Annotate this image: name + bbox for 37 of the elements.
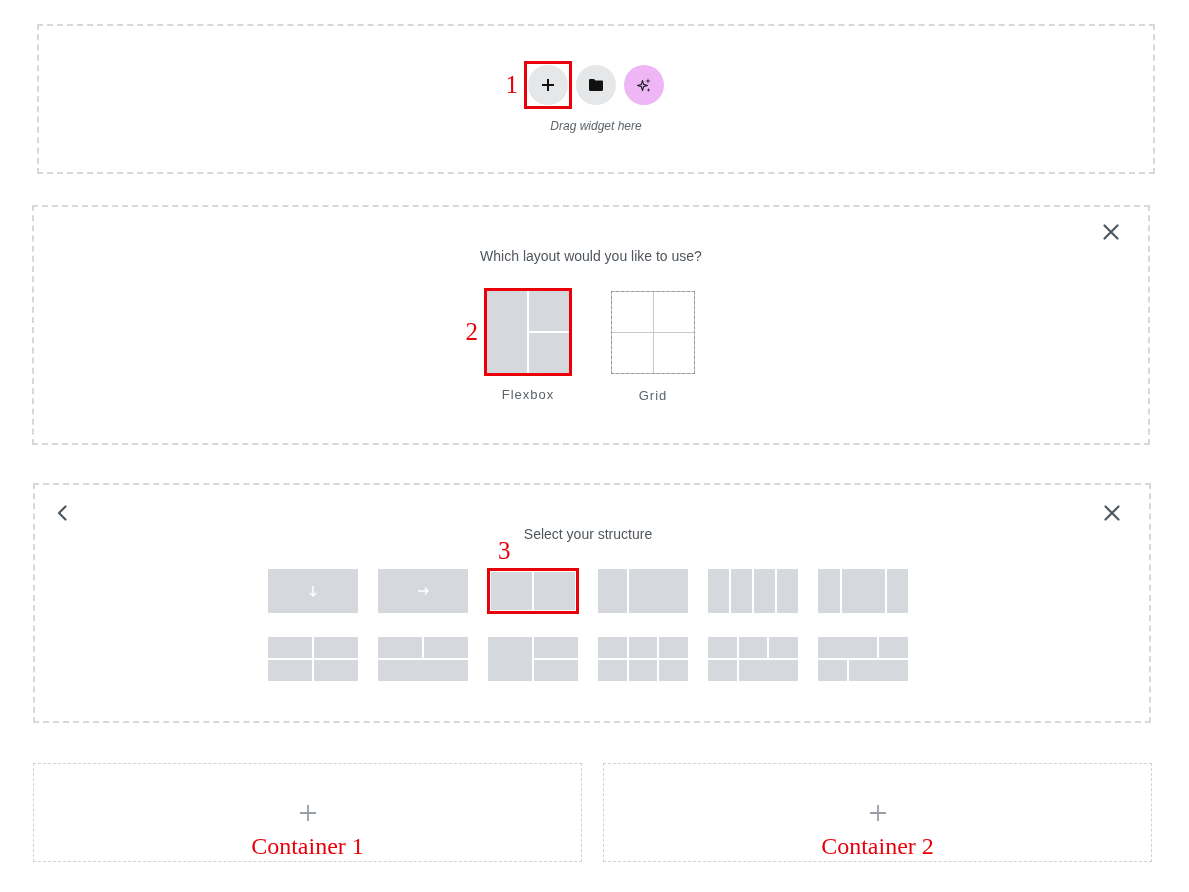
structure-preset[interactable] bbox=[488, 637, 578, 681]
grid-layout-tile[interactable] bbox=[611, 291, 695, 374]
plus-icon bbox=[298, 804, 317, 822]
layout-question: Which layout would you like to use? bbox=[479, 248, 703, 265]
container-label: Container 2 bbox=[821, 832, 934, 860]
folder-icon bbox=[589, 79, 603, 91]
close-icon bbox=[1103, 224, 1119, 240]
structure-preset[interactable] bbox=[268, 637, 358, 681]
drop-hint: Drag widget here bbox=[550, 119, 642, 133]
structure-preset[interactable] bbox=[818, 569, 908, 613]
close-icon bbox=[1104, 505, 1120, 521]
ai-button[interactable] bbox=[624, 65, 664, 105]
close-button[interactable] bbox=[1103, 224, 1119, 240]
layout-label: Flexbox bbox=[501, 387, 555, 403]
arrow-down-icon bbox=[309, 585, 317, 597]
structure-preset[interactable] bbox=[708, 637, 798, 681]
structure-preset[interactable] bbox=[378, 569, 468, 613]
sparkle-icon bbox=[637, 78, 651, 92]
layout-label: Grid bbox=[638, 388, 668, 404]
chevron-left-icon bbox=[56, 505, 68, 521]
plus-icon bbox=[868, 804, 887, 822]
structure-preset[interactable] bbox=[598, 637, 688, 681]
structure-question: Select your structure bbox=[522, 526, 654, 543]
structure-preset[interactable] bbox=[598, 569, 688, 613]
plus-icon bbox=[542, 79, 554, 91]
structure-preset[interactable] bbox=[378, 637, 468, 681]
callout-number: 2 bbox=[465, 319, 478, 345]
structure-preset[interactable] bbox=[818, 637, 908, 681]
container-label: Container 1 bbox=[251, 832, 364, 860]
templates-button[interactable] bbox=[576, 65, 616, 105]
structure-preset[interactable] bbox=[708, 569, 798, 613]
back-button[interactable] bbox=[56, 505, 68, 521]
callout-number: 1 bbox=[505, 72, 518, 98]
callout-number: 3 bbox=[498, 538, 511, 564]
close-button[interactable] bbox=[1104, 505, 1120, 521]
structure-preset[interactable] bbox=[268, 569, 358, 613]
arrow-right-icon bbox=[417, 587, 429, 595]
